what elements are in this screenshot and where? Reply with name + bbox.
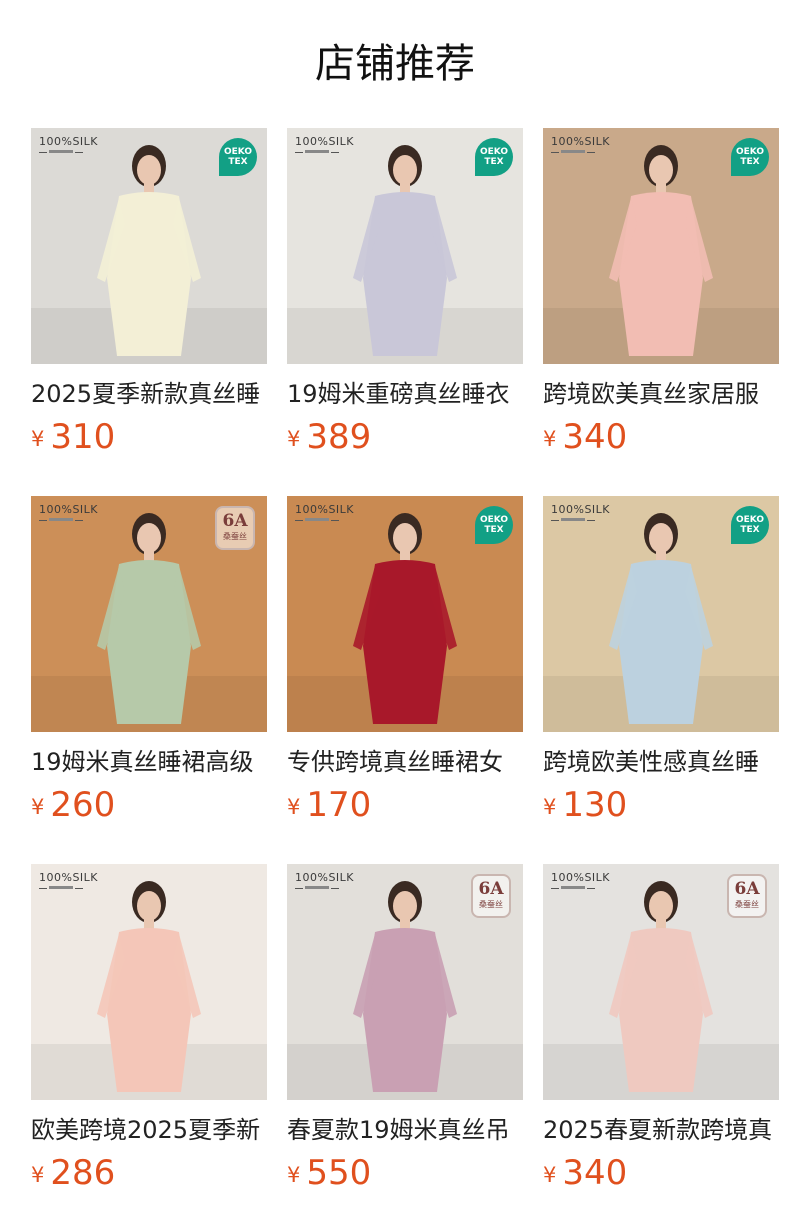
- product-name[interactable]: 专供跨境真丝睡裙女: [287, 745, 523, 779]
- product-name[interactable]: 欧美跨境2025夏季新: [31, 1113, 267, 1147]
- price-value: 170: [306, 785, 372, 825]
- product-price: ¥286: [31, 1153, 115, 1193]
- product-image[interactable]: 100%SILK OEKO TEX: [31, 128, 267, 364]
- product-card[interactable]: 100%SILK OEKO TEX 19姆米重磅真丝睡衣 ¥389: [287, 128, 523, 458]
- product-image[interactable]: 100%SILK OEKO TEX: [543, 128, 779, 364]
- currency-symbol: ¥: [287, 427, 301, 451]
- price-value: 130: [562, 785, 628, 825]
- product-photo-illustration: [31, 864, 267, 1100]
- price-value: 550: [306, 1153, 372, 1193]
- product-card[interactable]: 100%SILK 6A 桑蚕丝 19姆米真丝睡裙高级 ¥260: [31, 496, 267, 826]
- currency-symbol: ¥: [543, 795, 557, 819]
- price-value: 286: [50, 1153, 116, 1193]
- silk-label-underline: [39, 149, 83, 155]
- product-name[interactable]: 2025春夏新款跨境真: [543, 1113, 779, 1147]
- silk-label-underline: [295, 885, 339, 891]
- silk-label: 100%SILK: [39, 871, 99, 884]
- product-card[interactable]: 100%SILK 6A 桑蚕丝春夏款19姆米真丝吊 ¥550: [287, 864, 523, 1194]
- silk-label-underline: [39, 885, 83, 891]
- silk-label: 100%SILK: [39, 503, 99, 516]
- silk-label-underline: [295, 517, 339, 523]
- product-price: ¥170: [287, 785, 371, 825]
- currency-symbol: ¥: [543, 427, 557, 451]
- oeko-tex-badge-icon: OEKO TEX: [219, 138, 257, 176]
- price-value: 389: [306, 417, 372, 457]
- oeko-tex-badge-icon: OEKO TEX: [731, 506, 769, 544]
- product-price: ¥550: [287, 1153, 371, 1193]
- silk-label: 100%SILK: [551, 135, 611, 148]
- product-name[interactable]: 19姆米重磅真丝睡衣: [287, 377, 523, 411]
- product-price: ¥310: [31, 417, 115, 457]
- silk-label: 100%SILK: [551, 871, 611, 884]
- product-image[interactable]: 100%SILK: [31, 864, 267, 1100]
- price-value: 340: [562, 417, 628, 457]
- product-image[interactable]: 100%SILK OEKO TEX: [287, 128, 523, 364]
- silk-label: 100%SILK: [295, 503, 355, 516]
- silk-label-underline: [551, 885, 595, 891]
- silk-label-underline: [551, 149, 595, 155]
- price-value: 310: [50, 417, 116, 457]
- product-price: ¥260: [31, 785, 115, 825]
- product-name[interactable]: 19姆米真丝睡裙高级: [31, 745, 267, 779]
- product-name[interactable]: 2025夏季新款真丝睡: [31, 377, 267, 411]
- product-card[interactable]: 100%SILK OEKO TEX 专供跨境真丝睡裙女 ¥170: [287, 496, 523, 826]
- product-name[interactable]: 跨境欧美性感真丝睡: [543, 745, 779, 779]
- currency-symbol: ¥: [31, 795, 45, 819]
- product-image[interactable]: 100%SILK 6A 桑蚕丝: [287, 864, 523, 1100]
- product-card[interactable]: 100%SILK 欧美跨境2025夏季新 ¥286: [31, 864, 267, 1194]
- store-recommendation-page: 店铺推荐 100%SILK OEKO TEX 2025夏季新款真丝睡 ¥310 100%S…: [0, 0, 790, 1232]
- currency-symbol: ¥: [31, 1163, 45, 1187]
- product-card[interactable]: 100%SILK 6A 桑蚕丝 2025春夏新款跨境真 ¥340: [543, 864, 779, 1194]
- product-image[interactable]: 100%SILK 6A 桑蚕丝: [543, 864, 779, 1100]
- page-title: 店铺推荐: [315, 41, 475, 87]
- grade-6a-badge-icon: 6A 桑蚕丝: [215, 506, 255, 550]
- product-name[interactable]: 春夏款19姆米真丝吊: [287, 1113, 523, 1147]
- product-price: ¥130: [543, 785, 627, 825]
- oeko-tex-badge-icon: OEKO TEX: [731, 138, 769, 176]
- product-name[interactable]: 跨境欧美真丝家居服: [543, 377, 779, 411]
- silk-label: 100%SILK: [39, 135, 99, 148]
- grade-6a-badge-icon: 6A 桑蚕丝: [471, 874, 511, 918]
- product-image[interactable]: 100%SILK 6A 桑蚕丝: [31, 496, 267, 732]
- product-image[interactable]: 100%SILK OEKO TEX: [543, 496, 779, 732]
- currency-symbol: ¥: [543, 1163, 557, 1187]
- oeko-tex-badge-icon: OEKO TEX: [475, 138, 513, 176]
- product-image[interactable]: 100%SILK OEKO TEX: [287, 496, 523, 732]
- currency-symbol: ¥: [287, 795, 301, 819]
- silk-label: 100%SILK: [295, 871, 355, 884]
- product-card[interactable]: 100%SILK OEKO TEX 跨境欧美性感真丝睡 ¥130: [543, 496, 779, 826]
- currency-symbol: ¥: [31, 427, 45, 451]
- silk-label-underline: [551, 517, 595, 523]
- oeko-tex-badge-icon: OEKO TEX: [475, 506, 513, 544]
- product-card[interactable]: 100%SILK OEKO TEX 2025夏季新款真丝睡 ¥310: [31, 128, 267, 458]
- silk-label: 100%SILK: [295, 135, 355, 148]
- silk-label-underline: [295, 149, 339, 155]
- product-price: ¥340: [543, 1153, 627, 1193]
- silk-label: 100%SILK: [551, 503, 611, 516]
- price-value: 260: [50, 785, 116, 825]
- product-price: ¥340: [543, 417, 627, 457]
- grade-6a-badge-icon: 6A 桑蚕丝: [727, 874, 767, 918]
- product-price: ¥389: [287, 417, 371, 457]
- product-card[interactable]: 100%SILK OEKO TEX 跨境欧美真丝家居服 ¥340: [543, 128, 779, 458]
- price-value: 340: [562, 1153, 628, 1193]
- currency-symbol: ¥: [287, 1163, 301, 1187]
- silk-label-underline: [39, 517, 83, 523]
